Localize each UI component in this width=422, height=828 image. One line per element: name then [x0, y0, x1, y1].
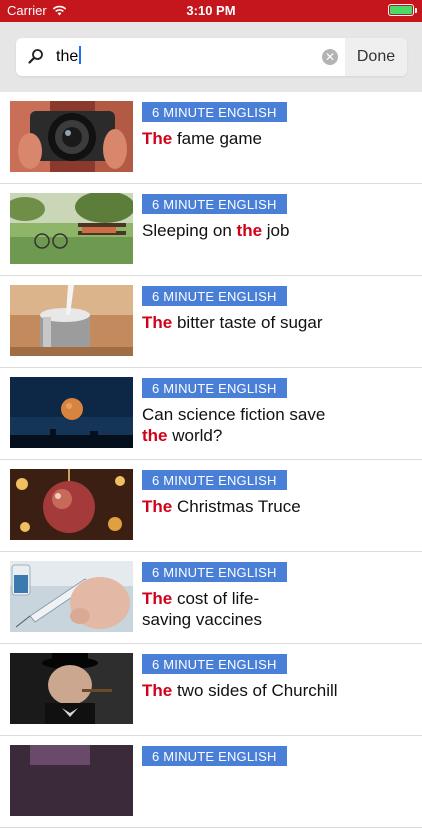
thumbnail-churchill [10, 653, 133, 724]
title-text: saving vaccines [142, 610, 263, 629]
thumbnail-vaccine [10, 561, 133, 632]
list-item[interactable]: 6 MINUTE ENGLISH The Christmas Truce [0, 460, 422, 552]
thumbnail-sugar [10, 285, 133, 356]
list-item[interactable]: 6 MINUTE ENGLISH Sleeping on the job [0, 184, 422, 276]
category-badge: 6 MINUTE ENGLISH [142, 102, 287, 122]
clear-icon[interactable]: ✕ [322, 49, 338, 65]
list-item[interactable]: 6 MINUTE ENGLISH The bitter taste of sug… [0, 276, 422, 368]
battery-icon [388, 4, 417, 16]
category-badge: 6 MINUTE ENGLISH [142, 746, 287, 766]
result-title: Can science fiction save the world? [142, 404, 392, 446]
thumbnail-bench [10, 193, 133, 264]
title-text: Christmas Truce [172, 497, 301, 516]
category-badge: 6 MINUTE ENGLISH [142, 286, 287, 306]
result-title: The Christmas Truce [142, 496, 392, 517]
text-cursor [79, 46, 82, 64]
status-time: 3:10 PM [186, 3, 236, 18]
result-title: The two sides of Churchill [142, 680, 392, 701]
title-text: bitter taste of sugar [172, 313, 323, 332]
category-badge: 6 MINUTE ENGLISH [142, 194, 287, 214]
search-icon [28, 49, 43, 64]
search-field[interactable]: the ✕ Done [16, 38, 407, 76]
result-title: The bitter taste of sugar [142, 312, 392, 333]
title-highlight: The [142, 589, 173, 608]
title-highlight: The [142, 313, 173, 332]
result-title: Sleeping on the job [142, 220, 392, 241]
thumbnail-bauble [10, 469, 133, 540]
list-item[interactable]: 6 MINUTE ENGLISH Can science fiction sav… [0, 368, 422, 460]
title-text: world? [167, 426, 223, 445]
title-text: job [262, 221, 290, 240]
title-highlight: the [142, 426, 168, 445]
thumbnail-partial [10, 745, 133, 816]
title-text: fame game [172, 129, 262, 148]
list-item[interactable]: 6 MINUTE ENGLISH The two sides of Church… [0, 644, 422, 736]
category-badge: 6 MINUTE ENGLISH [142, 654, 287, 674]
title-text: cost of life- [172, 589, 260, 608]
thumbnail-moon [10, 377, 133, 448]
list-item[interactable]: 6 MINUTE ENGLISH The cost of life- savin… [0, 552, 422, 644]
title-highlight: The [142, 681, 173, 700]
title-highlight: The [142, 129, 173, 148]
title-text: Sleeping on [142, 221, 237, 240]
category-badge: 6 MINUTE ENGLISH [142, 378, 287, 398]
title-text: two sides of Churchill [172, 681, 338, 700]
title-highlight: The [142, 497, 173, 516]
search-query: the [56, 48, 79, 65]
category-badge: 6 MINUTE ENGLISH [142, 470, 287, 490]
status-bar: Carrier 3:10 PM [0, 0, 422, 22]
search-input[interactable]: the [56, 46, 82, 66]
done-button[interactable]: Done [345, 38, 407, 76]
title-text: Can science fiction save [142, 405, 326, 424]
category-badge: 6 MINUTE ENGLISH [142, 562, 287, 582]
results-list: 6 MINUTE ENGLISH The fame game 6 MINUTE … [0, 92, 422, 828]
list-item[interactable]: 6 MINUTE ENGLISH The fame game [0, 92, 422, 184]
result-title: The fame game [142, 128, 392, 149]
search-bar: the ✕ Done [0, 22, 422, 92]
thumbnail-camera [10, 101, 133, 172]
title-highlight: the [236, 221, 263, 240]
result-title: The cost of life- saving vaccines [142, 588, 392, 630]
